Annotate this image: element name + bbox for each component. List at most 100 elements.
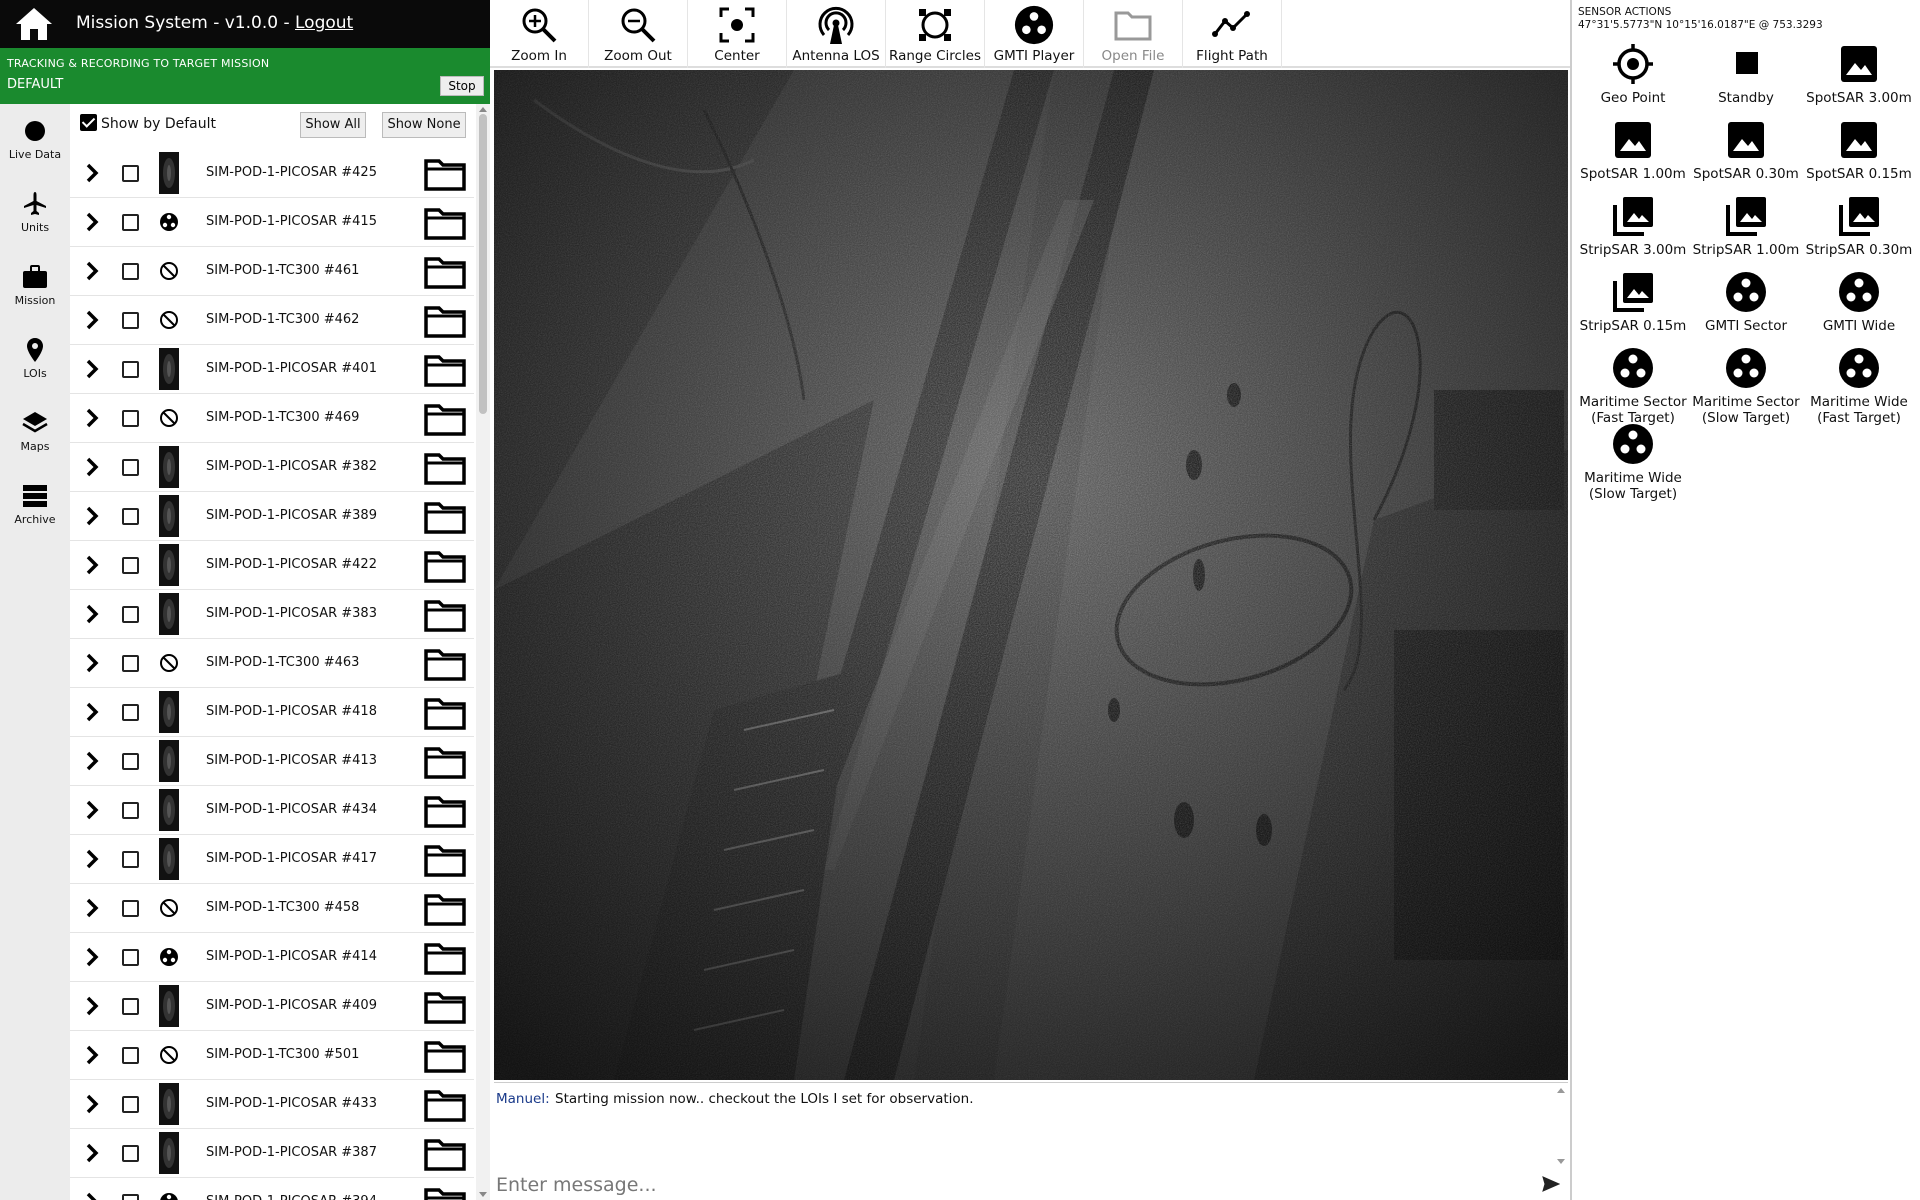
list-item[interactable]: SIM-POD-1-PICOSAR #401 — [70, 345, 474, 394]
nav-item-units[interactable]: Units — [0, 177, 70, 245]
list-item[interactable]: SIM-POD-1-PICOSAR #434 — [70, 786, 474, 835]
visibility-checkbox[interactable] — [122, 361, 139, 378]
chevron-right-icon[interactable] — [82, 309, 102, 331]
scroll-down-arrow[interactable] — [479, 1192, 487, 1197]
scroll-thumb[interactable] — [479, 114, 487, 414]
list-item[interactable]: SIM-POD-1-TC300 #501 — [70, 1031, 474, 1080]
chat-scrollbar[interactable] — [1554, 1083, 1568, 1168]
visibility-checkbox[interactable] — [122, 263, 139, 280]
nav-item-archive[interactable]: Archive — [0, 469, 70, 537]
visibility-checkbox[interactable] — [122, 459, 139, 476]
visibility-checkbox[interactable] — [122, 949, 139, 966]
gmti-player-button[interactable]: GMTI Player — [985, 0, 1084, 68]
chevron-right-icon[interactable] — [82, 260, 102, 282]
chevron-right-icon[interactable] — [82, 701, 102, 723]
action-maritime-wide-fast-target[interactable]: Maritime Wide (Fast Target) — [1802, 346, 1916, 426]
list-item[interactable]: SIM-POD-1-PICOSAR #425 — [70, 149, 474, 198]
folder-icon[interactable] — [424, 598, 466, 632]
chevron-right-icon[interactable] — [82, 407, 102, 429]
stop-button[interactable]: Stop — [440, 76, 484, 96]
chevron-right-icon[interactable] — [82, 554, 102, 576]
list-item[interactable]: SIM-POD-1-TC300 #463 — [70, 639, 474, 688]
zoom-out-button[interactable]: Zoom Out — [589, 0, 688, 68]
chevron-right-icon[interactable] — [82, 358, 102, 380]
action-standby[interactable]: Standby — [1689, 42, 1803, 106]
chevron-right-icon[interactable] — [82, 505, 102, 527]
visibility-checkbox[interactable] — [122, 1096, 139, 1113]
folder-icon[interactable] — [424, 1137, 466, 1171]
chevron-right-icon[interactable] — [82, 1142, 102, 1164]
visibility-checkbox[interactable] — [122, 655, 139, 672]
visibility-checkbox[interactable] — [122, 753, 139, 770]
folder-icon[interactable] — [424, 892, 466, 926]
folder-icon[interactable] — [424, 745, 466, 779]
chevron-right-icon[interactable] — [82, 995, 102, 1017]
visibility-checkbox[interactable] — [122, 900, 139, 917]
list-item[interactable]: SIM-POD-1-PICOSAR #422 — [70, 541, 474, 590]
chevron-right-icon[interactable] — [82, 652, 102, 674]
action-gmti-wide[interactable]: GMTI Wide — [1802, 270, 1916, 334]
visibility-checkbox[interactable] — [122, 1047, 139, 1064]
list-item[interactable]: SIM-POD-1-PICOSAR #394 — [70, 1178, 474, 1200]
list-item[interactable]: SIM-POD-1-TC300 #469 — [70, 394, 474, 443]
zoom-in-button[interactable]: Zoom In — [490, 0, 589, 68]
chevron-right-icon[interactable] — [82, 799, 102, 821]
home-icon[interactable] — [14, 5, 54, 43]
list-item[interactable]: SIM-POD-1-PICOSAR #417 — [70, 835, 474, 884]
list-item[interactable]: SIM-POD-1-PICOSAR #413 — [70, 737, 474, 786]
list-item[interactable]: SIM-POD-1-PICOSAR #418 — [70, 688, 474, 737]
visibility-checkbox[interactable] — [122, 165, 139, 182]
scroll-up-arrow[interactable] — [479, 107, 487, 112]
visibility-checkbox[interactable] — [122, 606, 139, 623]
show-by-default-checkbox[interactable] — [80, 114, 97, 131]
action-stripsar-3-00m[interactable]: StripSAR 3.00m — [1576, 194, 1690, 258]
list-item[interactable]: SIM-POD-1-TC300 #462 — [70, 296, 474, 345]
chevron-right-icon[interactable] — [82, 946, 102, 968]
visibility-checkbox[interactable] — [122, 851, 139, 868]
chevron-right-icon[interactable] — [82, 162, 102, 184]
folder-icon[interactable] — [424, 500, 466, 534]
action-maritime-sector-fast-target[interactable]: Maritime Sector (Fast Target) — [1576, 346, 1690, 426]
list-scrollbar[interactable] — [476, 104, 490, 1200]
range-circles-button[interactable]: Range Circles — [886, 0, 985, 68]
sar-image-view[interactable] — [494, 70, 1568, 1080]
action-spotsar-1-00m[interactable]: SpotSAR 1.00m — [1576, 118, 1690, 182]
folder-icon[interactable] — [424, 353, 466, 387]
nav-item-maps[interactable]: Maps — [0, 396, 70, 464]
chevron-right-icon[interactable] — [82, 1191, 102, 1200]
visibility-checkbox[interactable] — [122, 557, 139, 574]
folder-icon[interactable] — [424, 696, 466, 730]
folder-icon[interactable] — [424, 1088, 466, 1122]
action-gmti-sector[interactable]: GMTI Sector — [1689, 270, 1803, 334]
action-maritime-sector-slow-target[interactable]: Maritime Sector (Slow Target) — [1689, 346, 1803, 426]
action-spotsar-0-30m[interactable]: SpotSAR 0.30m — [1689, 118, 1803, 182]
folder-icon[interactable] — [424, 843, 466, 877]
nav-item-mission[interactable]: Mission — [0, 250, 70, 318]
visibility-checkbox[interactable] — [122, 998, 139, 1015]
chevron-right-icon[interactable] — [82, 750, 102, 772]
action-spotsar-0-15m[interactable]: SpotSAR 0.15m — [1802, 118, 1916, 182]
list-item[interactable]: SIM-POD-1-PICOSAR #383 — [70, 590, 474, 639]
folder-icon[interactable] — [424, 255, 466, 289]
list-item[interactable]: SIM-POD-1-PICOSAR #389 — [70, 492, 474, 541]
nav-item-lois[interactable]: LOIs — [0, 323, 70, 391]
folder-icon[interactable] — [424, 451, 466, 485]
list-item[interactable]: SIM-POD-1-TC300 #461 — [70, 247, 474, 296]
logout-link[interactable]: Logout — [295, 13, 353, 33]
visibility-checkbox[interactable] — [122, 312, 139, 329]
action-spotsar-3-00m[interactable]: SpotSAR 3.00m — [1802, 42, 1916, 106]
folder-icon[interactable] — [424, 647, 466, 681]
folder-icon[interactable] — [424, 549, 466, 583]
chevron-right-icon[interactable] — [82, 897, 102, 919]
chat-message-input[interactable] — [496, 1171, 1536, 1199]
flight-path-button[interactable]: Flight Path — [1183, 0, 1282, 68]
show-all-button[interactable]: Show All — [300, 112, 366, 138]
chevron-right-icon[interactable] — [82, 603, 102, 625]
list-item[interactable]: SIM-POD-1-PICOSAR #414 — [70, 933, 474, 982]
folder-icon[interactable] — [424, 206, 466, 240]
list-item[interactable]: SIM-POD-1-TC300 #458 — [70, 884, 474, 933]
list-item[interactable]: SIM-POD-1-PICOSAR #409 — [70, 982, 474, 1031]
list-item[interactable]: SIM-POD-1-PICOSAR #415 — [70, 198, 474, 247]
folder-icon[interactable] — [424, 794, 466, 828]
chevron-right-icon[interactable] — [82, 1093, 102, 1115]
